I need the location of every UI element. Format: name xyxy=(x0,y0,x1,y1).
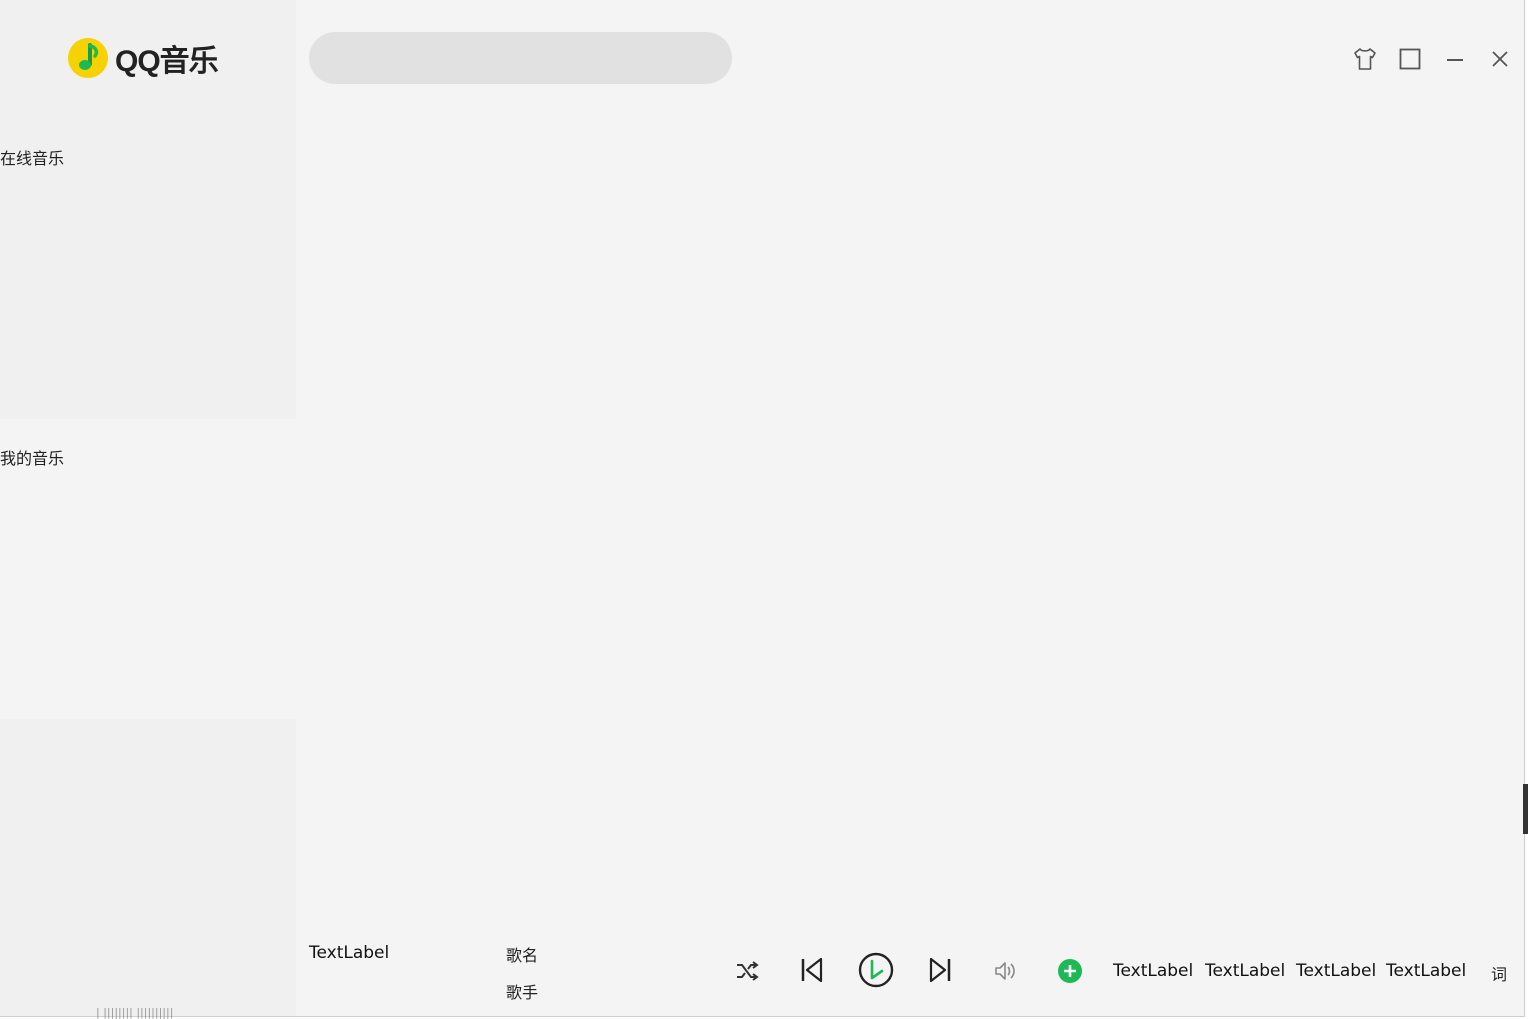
play-icon xyxy=(858,952,894,988)
add-icon xyxy=(1058,959,1082,983)
app-logo-text: QQ音乐 xyxy=(115,45,219,78)
song-name: 歌名 xyxy=(506,946,539,965)
next-icon xyxy=(929,957,951,983)
lyrics-button[interactable]: 词 xyxy=(1491,961,1507,985)
previous-icon xyxy=(801,957,823,983)
shuffle-button[interactable] xyxy=(732,956,762,986)
sidebar: QQ音乐 在线音乐 我的音乐 | |||||||| |||||||||| xyxy=(0,0,296,1019)
minimize-icon xyxy=(1447,59,1463,61)
volume-button[interactable] xyxy=(990,956,1020,986)
sidebar-section-my-music[interactable]: 我的音乐 xyxy=(0,445,64,469)
shuffle-icon xyxy=(737,961,759,981)
volume-icon xyxy=(995,962,1015,980)
minimize-button[interactable] xyxy=(1440,44,1470,74)
previous-button[interactable] xyxy=(795,953,829,987)
close-icon xyxy=(1492,51,1508,67)
player-label-4: TextLabel xyxy=(1386,961,1467,981)
close-button[interactable] xyxy=(1485,44,1515,74)
app-logo: QQ音乐 xyxy=(67,36,219,80)
artist-name: 歌手 xyxy=(506,983,539,1002)
play-button[interactable] xyxy=(857,951,895,989)
sidebar-panel-bottom xyxy=(0,719,296,1016)
skin-icon xyxy=(1354,48,1376,70)
maximize-icon xyxy=(1399,48,1421,70)
player-label-3: TextLabel xyxy=(1296,961,1377,981)
skin-button[interactable] xyxy=(1350,44,1380,74)
app-window: QQ音乐 在线音乐 我的音乐 | |||||||| |||||||||| Tex… xyxy=(0,0,1525,1019)
player-label-2: TextLabel xyxy=(1205,961,1286,981)
add-button[interactable] xyxy=(1055,956,1085,986)
sidebar-section-online-music[interactable]: 在线音乐 xyxy=(0,145,64,169)
maximize-button[interactable] xyxy=(1395,44,1425,74)
next-button[interactable] xyxy=(923,953,957,987)
player-label-1: TextLabel xyxy=(1113,961,1194,981)
search-input[interactable] xyxy=(309,32,732,84)
sidebar-faint-text: | |||||||| |||||||||| xyxy=(96,1006,174,1019)
qq-music-logo-icon xyxy=(68,38,108,78)
cover-label: TextLabel xyxy=(309,943,390,963)
scrollbar-handle[interactable] xyxy=(1523,784,1528,834)
